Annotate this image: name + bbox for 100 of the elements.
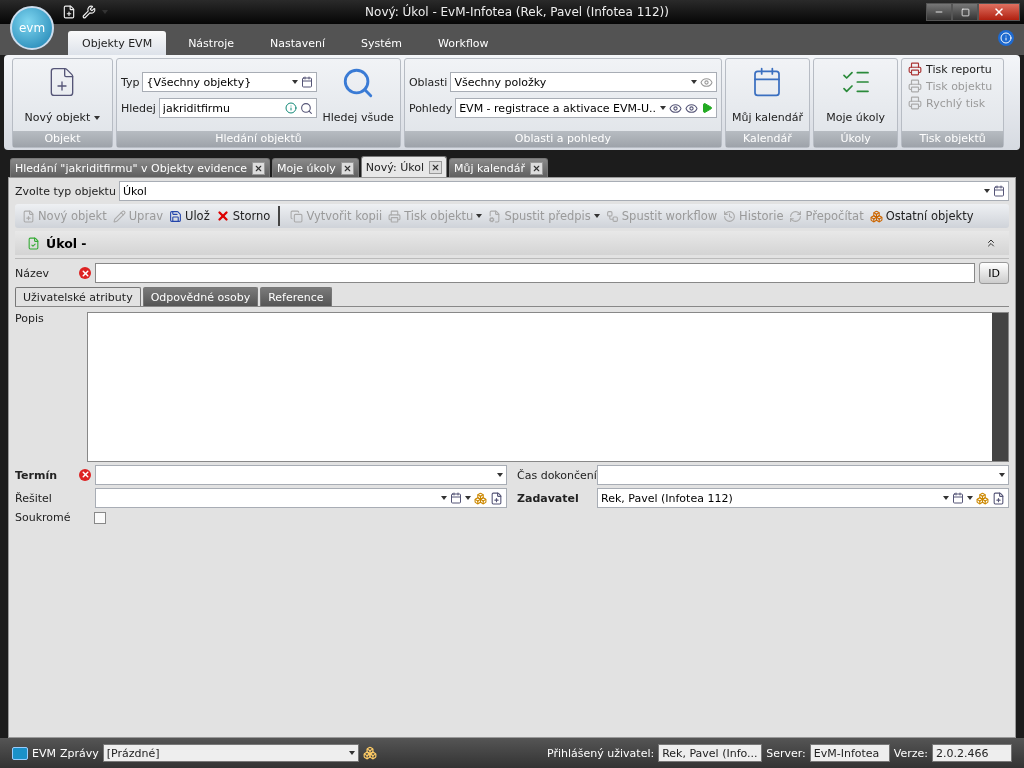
close-icon xyxy=(215,209,230,223)
field-label: Čas dokončení xyxy=(517,468,597,482)
window-title: Nový: Úkol - EvM-Infotea (Rek, Pavel (Infotea 112)) xyxy=(364,5,670,19)
assigner-dropdown[interactable]: Rek, Pavel (Infotea 112) xyxy=(597,488,1009,508)
private-checkbox[interactable] xyxy=(94,511,106,524)
description-field[interactable] xyxy=(87,312,1009,462)
toolbar-button[interactable]: Ostatní objekty xyxy=(868,209,975,223)
group-caption: Hledání objektů xyxy=(215,131,302,147)
group-caption: Kalendář xyxy=(743,131,792,147)
group-caption: Oblasti a pohledy xyxy=(514,131,612,147)
caret-icon xyxy=(593,214,600,218)
printer-icon xyxy=(908,96,923,110)
status-label: Verze: xyxy=(893,746,928,760)
user-field: Rek, Pavel (Info... xyxy=(658,744,763,762)
ribbon-tab[interactable]: Nastavení xyxy=(256,31,340,55)
field-label: Název xyxy=(15,266,50,280)
group-caption: Objekt xyxy=(44,131,81,147)
ribbon-tab[interactable]: Workflow xyxy=(424,31,503,55)
new-document-icon[interactable] xyxy=(490,491,503,505)
document-tab[interactable]: Můj kalendář xyxy=(449,158,548,177)
maximize-button[interactable] xyxy=(952,3,978,21)
close-icon[interactable] xyxy=(429,160,443,174)
ribbon-tab[interactable]: Objekty EVM xyxy=(68,31,167,55)
close-icon xyxy=(993,6,1005,18)
status-label: Přihlášený uživatel: xyxy=(547,746,655,760)
id-button[interactable]: ID xyxy=(979,262,1009,284)
cubes-icon xyxy=(869,209,883,223)
collapse-icon[interactable] xyxy=(985,237,997,249)
caret-icon xyxy=(984,189,990,193)
eye-icon[interactable] xyxy=(668,101,682,115)
field-label: Pohledy xyxy=(408,101,453,115)
close-icon[interactable] xyxy=(530,161,543,175)
caret-icon xyxy=(659,106,666,110)
caret-icon xyxy=(943,496,949,500)
caret-icon xyxy=(291,80,298,84)
eye-icon[interactable] xyxy=(684,101,698,115)
type-dropdown[interactable]: {Všechny objekty} xyxy=(142,72,317,92)
views-dropdown[interactable]: EVM - registrace a aktivace EVM-U... xyxy=(455,98,717,118)
document-tab[interactable]: Moje úkoly xyxy=(272,158,359,177)
document-check-icon xyxy=(27,236,40,250)
new-document-icon xyxy=(22,209,35,223)
field-label: Zadavatel xyxy=(517,491,579,505)
field-label: Termín xyxy=(15,468,57,482)
minimize-button[interactable] xyxy=(926,3,952,21)
field-label: Oblasti xyxy=(408,75,448,89)
pencil-icon xyxy=(112,209,126,223)
field-label: Řešitel xyxy=(15,491,52,505)
wrench-icon[interactable] xyxy=(82,5,96,19)
field-label: Typ xyxy=(120,75,140,89)
refresh-icon xyxy=(789,209,803,223)
copy-icon xyxy=(290,209,304,223)
field-label: Zvolte typ objektu xyxy=(15,184,116,198)
areas-dropdown[interactable]: Všechny položky xyxy=(450,72,717,92)
caret-icon xyxy=(441,496,447,500)
eye-icon[interactable] xyxy=(699,75,713,89)
name-field[interactable] xyxy=(95,263,975,283)
search-field[interactable]: jakriditfirmu xyxy=(158,98,317,118)
document-gear-icon xyxy=(488,209,502,223)
version-field: 2.0.2.466 xyxy=(932,744,1012,762)
toolbar-button[interactable]: Ulož xyxy=(168,209,211,223)
search-all-button[interactable]: Hledej všude xyxy=(320,64,396,126)
printer-icon xyxy=(908,79,923,93)
caret-icon[interactable] xyxy=(967,496,973,500)
new-object-button[interactable]: Nový objekt xyxy=(17,64,108,126)
info-icon[interactable] xyxy=(998,30,1014,46)
close-button[interactable] xyxy=(978,3,1020,21)
toolbar-button[interactable]: Storno xyxy=(214,209,272,223)
messages-dropdown[interactable]: [Prázdné] xyxy=(102,744,359,762)
search-icon[interactable] xyxy=(299,101,313,115)
field-label: Popis xyxy=(15,312,44,325)
form-tab[interactable]: Odpovědné osoby xyxy=(142,287,259,306)
ribbon-tab[interactable]: Systém xyxy=(347,31,417,55)
object-type-dropdown[interactable]: Úkol xyxy=(118,181,1009,201)
printer-icon xyxy=(908,62,923,76)
ribbon-tab[interactable]: Nástroje xyxy=(174,31,248,55)
caret-icon[interactable] xyxy=(465,496,471,500)
cubes-icon[interactable] xyxy=(362,746,377,760)
caret-icon xyxy=(348,751,355,755)
app-icon xyxy=(12,746,28,760)
print-menu-item[interactable]: Tisk reportu xyxy=(906,61,994,77)
section-title: Úkol - xyxy=(46,235,88,251)
group-caption: Tisk objektů xyxy=(919,131,986,147)
close-icon[interactable] xyxy=(340,161,354,175)
status-label: Server: xyxy=(766,746,806,760)
document-tab[interactable]: Nový: Úkol xyxy=(360,156,448,177)
new-document-icon[interactable] xyxy=(992,491,1005,505)
close-icon[interactable] xyxy=(252,161,266,175)
group-caption: Úkoly xyxy=(840,131,871,147)
form-tab[interactable]: Reference xyxy=(260,287,332,306)
caret-icon xyxy=(690,80,697,84)
document-tab[interactable]: Hledání "jakriditfirmu" v Objekty evidence xyxy=(10,158,271,177)
caret-icon xyxy=(999,473,1005,477)
workflow-icon xyxy=(605,209,619,223)
info-icon[interactable] xyxy=(284,102,297,114)
play-icon[interactable] xyxy=(700,102,713,114)
history-icon xyxy=(723,209,737,223)
printer-icon xyxy=(388,209,402,223)
tasks-button[interactable]: Moje úkoly xyxy=(818,64,894,126)
calendar-button[interactable]: Můj kalendář xyxy=(729,64,805,126)
form-tab[interactable]: Uživatelské atributy xyxy=(15,287,141,306)
